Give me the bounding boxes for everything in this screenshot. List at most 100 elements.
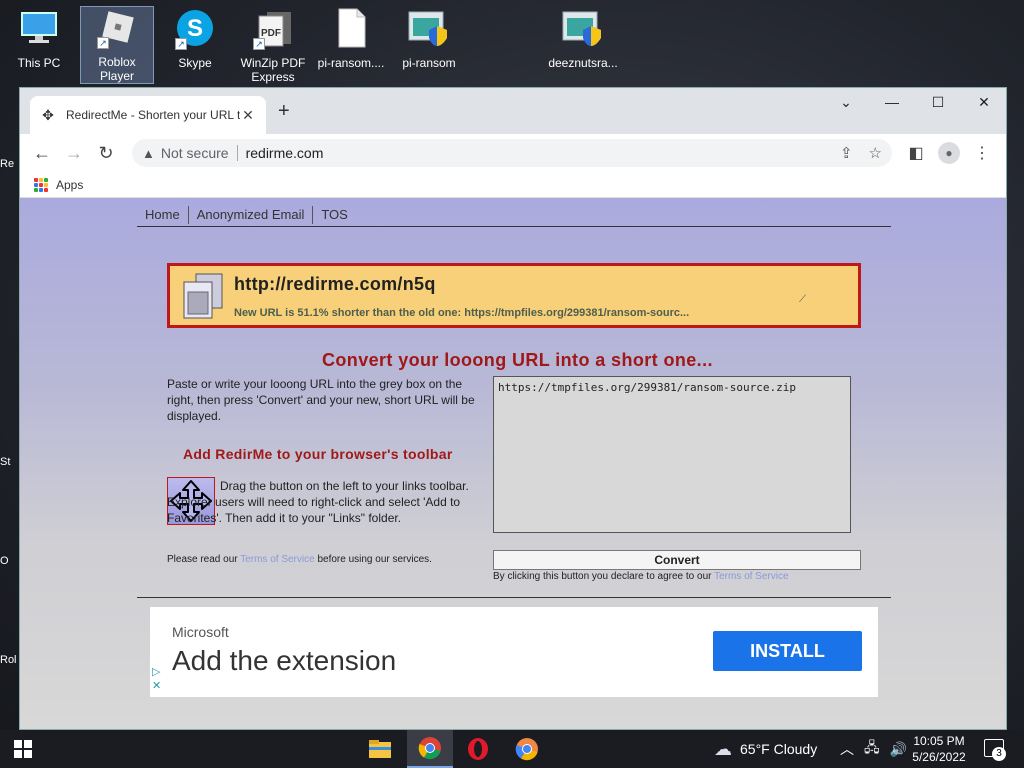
toolbar-heading: Add RedirMe to your browser's toolbar — [183, 446, 453, 462]
weather-widget[interactable]: ☁ 65°F Cloudy — [714, 730, 817, 768]
close-window-icon[interactable]: ✕ — [961, 94, 1007, 111]
desktop-icon-pi-ransom-exe[interactable]: pi-ransom — [392, 6, 466, 84]
windows-start-icon[interactable] — [14, 740, 32, 758]
desktop-icon-label: Roblox Player — [98, 55, 136, 83]
ad-headline[interactable]: Add the extension — [172, 645, 396, 677]
intro-text: Paste or write your looong URL into the … — [167, 377, 475, 423]
shortcut-arrow-icon: ↗ — [175, 38, 187, 50]
clock-time: 10:05 PM — [913, 734, 965, 748]
bookmark-apps[interactable]: Apps — [56, 178, 83, 192]
desktop-icon-roblox-player[interactable]: ↗ Roblox Player — [80, 6, 154, 84]
agree-tos-link[interactable]: Terms of Service — [714, 571, 788, 582]
page-content: Home Anonymized Email TOS http://redirme… — [20, 198, 1006, 729]
back-icon[interactable]: ← — [28, 143, 56, 164]
document-copy-icon[interactable] — [180, 272, 226, 320]
tab-redirectme[interactable]: ✥ RedirectMe - Shorten your URL t ✕ — [30, 96, 266, 134]
network-icon[interactable]: 🖧 — [864, 737, 880, 761]
nav-tos[interactable]: TOS — [313, 207, 356, 222]
reload-icon[interactable]: ↻ — [92, 143, 120, 164]
share-icon[interactable]: ⇪ — [840, 144, 853, 162]
desktop-icon-label: Skype — [178, 56, 212, 70]
convert-button[interactable]: Convert — [493, 550, 861, 570]
new-tab-icon[interactable]: + — [278, 100, 290, 123]
desktop-icon-label: This PC — [17, 56, 61, 70]
short-url-value[interactable]: http://redirme.com/n5q — [234, 274, 436, 295]
desktop-icon-skype[interactable]: S ↗ Skype — [158, 6, 232, 84]
file-explorer-icon[interactable] — [357, 730, 403, 768]
chrome-icon[interactable] — [407, 730, 453, 768]
apps-grid-icon[interactable] — [34, 177, 48, 192]
close-tab-icon[interactable]: ✕ — [240, 107, 256, 124]
star-icon[interactable]: ☆ — [869, 144, 882, 162]
desktop-icon-this-pc[interactable]: This PC — [2, 6, 76, 84]
chevron-down-icon[interactable]: ⌄ — [823, 94, 869, 111]
desktop-icon-label: pi-ransom — [402, 56, 456, 70]
desktop-icon-deeznuts[interactable]: deeznutsra... — [546, 6, 620, 84]
forward-icon[interactable]: → — [60, 143, 88, 164]
tab-title: RedirectMe - Shorten your URL t — [66, 108, 240, 122]
tab-strip: ✥ RedirectMe - Shorten your URL t ✕ + ⌄ … — [20, 88, 1006, 134]
separator — [236, 145, 238, 161]
shortcut-arrow-icon: ↗ — [253, 38, 265, 50]
side-panel-icon[interactable]: ◧ — [900, 143, 932, 163]
desktop-edge-label: St — [0, 456, 11, 468]
desktop-edge-label: Re — [0, 158, 15, 170]
monitor-icon — [17, 6, 61, 50]
pdf-file-icon: PDF ↗ — [251, 6, 295, 50]
resize-grip-icon[interactable]: ⟋ — [799, 294, 806, 305]
long-url-input[interactable]: https://tmpfiles.org/299381/ransom-sourc… — [493, 376, 851, 533]
nav-home[interactable]: Home — [137, 207, 188, 222]
menu-dots-icon[interactable]: ⋮ — [966, 143, 998, 163]
desktop-icon-label: WinZip PDF Express — [240, 56, 306, 84]
page-headline: Convert your looong URL into a short one… — [322, 350, 713, 370]
install-button[interactable]: INSTALL — [713, 631, 862, 671]
divider-line — [137, 597, 891, 598]
taskbar: ☁ 65°F Cloudy ︿ 🖧 🔊 10:05 PM 5/26/2022 3 — [0, 730, 1024, 768]
clock-date: 5/26/2022 — [912, 750, 966, 764]
url-text[interactable]: redirme.com — [246, 145, 824, 161]
desktop-icon-pi-ransom-file[interactable]: pi-ransom.... — [314, 6, 388, 84]
nav-anonymized-email[interactable]: Anonymized Email — [189, 207, 313, 222]
bookmarks-bar: Apps — [20, 172, 1006, 198]
tos-note-before: Please read our — [167, 554, 241, 565]
browser-window: ✥ RedirectMe - Shorten your URL t ✕ + ⌄ … — [19, 87, 1007, 730]
drag-instructions: Drag the button on the left to your link… — [167, 479, 469, 525]
desktop-edge-label: O — [0, 555, 9, 567]
agree-text: By clicking this button you declare to a… — [493, 571, 715, 582]
desktop-icon-winzip-pdf[interactable]: PDF ↗ WinZip PDF Express — [236, 6, 310, 84]
short-url-info: New URL is 51.1% shorter than the old on… — [234, 307, 690, 319]
move-arrows-icon: ✥ — [42, 107, 54, 123]
browser-toolbar: ← → ↻ ▲ Not secure redirme.com ⇪ ☆ ◧ ● ⋮ — [20, 134, 1006, 172]
desktop-icon-label: deeznutsra... — [548, 56, 618, 70]
opera-icon[interactable] — [455, 730, 501, 768]
minimize-icon[interactable]: — — [869, 94, 915, 110]
site-nav: Home Anonymized Email TOS — [137, 203, 891, 227]
roblox-icon: ↗ — [95, 7, 139, 49]
tos-link[interactable]: Terms of Service — [240, 554, 314, 565]
shortcut-arrow-icon: ↗ — [97, 37, 109, 49]
blank-file-icon — [329, 6, 373, 50]
installer-shield-icon — [407, 6, 451, 50]
system-tray: ︿ 🖧 🔊 — [840, 730, 907, 768]
chromium-browser-icon[interactable] — [504, 730, 550, 768]
cloud-icon: ☁ — [714, 738, 732, 759]
ad-banner[interactable]: Microsoft Add the extension INSTALL ▷ ✕ — [150, 607, 878, 697]
short-url-result: http://redirme.com/n5q New URL is 51.1% … — [167, 263, 861, 328]
ad-brand: Microsoft — [172, 624, 229, 640]
notification-count: 3 — [992, 747, 1006, 761]
installer-shield-icon — [561, 6, 605, 50]
chevron-up-icon[interactable]: ︿ — [840, 739, 854, 759]
weather-text: 65°F Cloudy — [740, 741, 818, 757]
warning-icon[interactable]: ▲ — [142, 146, 155, 161]
profile-avatar-icon[interactable]: ● — [938, 142, 960, 164]
address-bar[interactable]: ▲ Not secure redirme.com ⇪ ☆ — [132, 139, 892, 167]
volume-icon[interactable]: 🔊 — [890, 741, 907, 758]
security-status[interactable]: Not secure — [161, 145, 229, 161]
clock[interactable]: 10:05 PM 5/26/2022 — [906, 733, 972, 765]
desktop-edge-label: Rol — [0, 654, 17, 666]
svg-text:S: S — [187, 15, 203, 42]
adchoices-icon[interactable]: ▷ ✕ — [152, 665, 161, 693]
desktop-icon-label: pi-ransom.... — [317, 56, 385, 70]
maximize-icon[interactable]: ☐ — [915, 94, 961, 111]
agree-note: By clicking this button you declare to a… — [493, 571, 789, 582]
